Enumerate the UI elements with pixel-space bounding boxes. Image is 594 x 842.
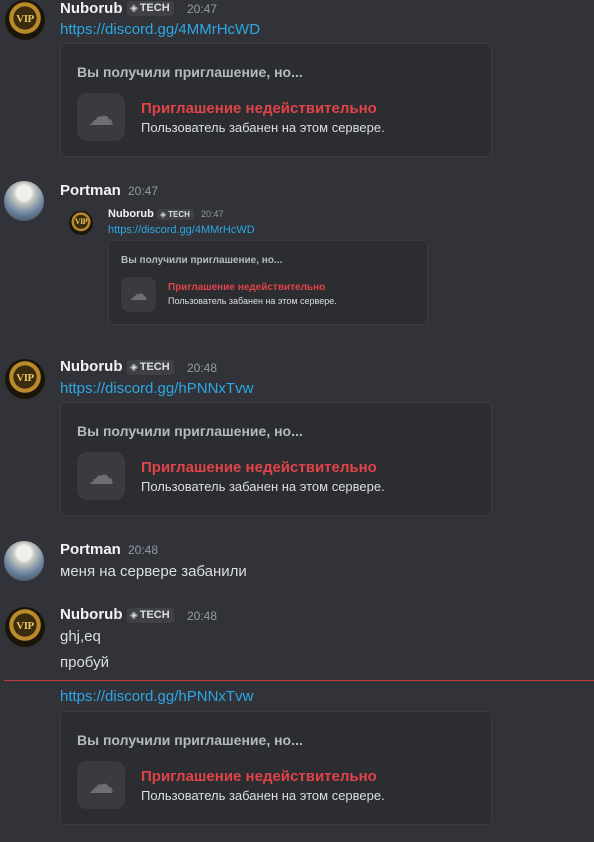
embed-title: Приглашение недействительно [141,459,377,476]
message-text: пробуй [60,654,109,671]
server-icon: ☁ [77,93,125,141]
username[interactable]: Nuborub [108,208,154,221]
avatar-nuborub[interactable]: VIP [69,211,93,235]
invite-link[interactable]: https://discord.gg/hPNNxTvw [60,688,253,706]
timestamp: 20:48 [187,609,218,623]
server-icon: ☁ [77,452,125,500]
invite-embed: Вы получили приглашение, но... ☁ Приглаш… [60,711,492,825]
poop-icon: ☁ [88,460,114,490]
timestamp: 20:47 [201,209,224,219]
embed-header: Вы получили приглашение, но... [77,423,303,439]
avatar-badge-text: VIP [16,13,34,25]
avatar-badge-text: VIP [16,372,34,384]
invite-link[interactable]: https://discord.gg/hPNNxTvw [60,380,253,398]
poop-icon: ☁ [88,101,114,131]
role-tag: ◈ TECH [127,608,174,623]
avatar-portman[interactable] [4,181,44,221]
embed-header: Вы получили приглашение, но... [77,732,303,748]
timestamp: 20:47 [128,184,159,198]
tag-icon: ◈ [130,362,138,373]
timestamp: 20:48 [128,543,159,557]
embed-subtitle: Пользователь забанен на этом сервере. [168,296,337,306]
server-icon: ☁ [77,761,125,809]
poop-icon: ☁ [88,769,114,799]
new-messages-divider [4,680,594,681]
embed-title: Приглашение недействительно [141,768,377,785]
role-tag: ◈ TECH [157,209,194,220]
chat-log: VIP Nuborub ◈ TECH 20:47 https://discord.… [0,0,594,842]
embed-subtitle: Пользователь забанен на этом сервере. [141,479,385,494]
poop-icon: ☁ [129,284,148,304]
avatar-nuborub[interactable]: VIP [5,359,45,399]
role-tag: ◈ TECH [127,360,174,375]
avatar-nuborub[interactable]: VIP [5,0,45,40]
embed-header: Вы получили приглашение, но... [77,64,303,80]
timestamp: 20:47 [187,2,218,16]
invite-embed: Вы получили приглашение, но... ☁ Приглаш… [60,43,492,157]
embed-title: Приглашение недействительно [168,282,326,293]
avatar-portman[interactable] [4,541,44,581]
tag-icon: ◈ [160,210,167,219]
invite-link[interactable]: https://discord.gg/4MMrHcWD [108,224,255,237]
embed-subtitle: Пользователь забанен на этом сервере. [141,788,385,803]
username[interactable]: Nuborub [60,0,122,18]
embed-header: Вы получили приглашение, но... [121,255,283,266]
username[interactable]: Portman [60,182,121,200]
timestamp: 20:48 [187,361,218,375]
tag-icon: ◈ [130,3,138,14]
role-tag: ◈ TECH [127,1,174,16]
avatar-badge-text: VIP [16,620,34,632]
invite-link[interactable]: https://discord.gg/4MMrHcWD [60,21,260,39]
username[interactable]: Nuborub [60,358,122,376]
server-icon: ☁ [121,277,156,312]
embed-title: Приглашение недействительно [141,100,377,117]
message-text: ghj,eq [60,628,101,645]
invite-embed: Вы получили приглашение, но... ☁ Приглаш… [108,240,428,325]
invite-embed: Вы получили приглашение, но... ☁ Приглаш… [60,402,492,516]
tag-icon: ◈ [130,610,138,621]
embed-subtitle: Пользователь забанен на этом сервере. [141,120,385,135]
username[interactable]: Portman [60,541,121,559]
avatar-nuborub[interactable]: VIP [5,607,45,647]
message-text: меня на сервере забанили [60,563,247,580]
username[interactable]: Nuborub [60,606,122,624]
avatar-badge-text: VIP [74,217,88,226]
